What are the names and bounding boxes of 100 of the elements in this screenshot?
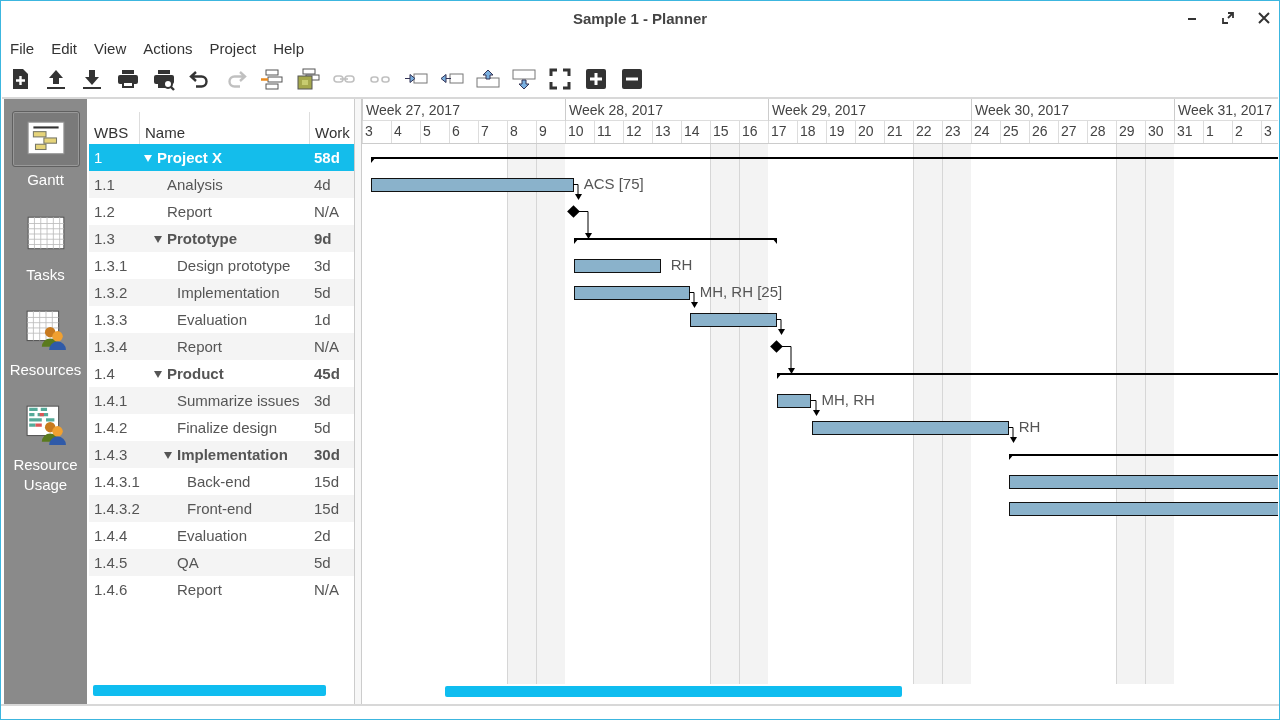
- day-label: 27: [1058, 121, 1087, 143]
- printer-icon[interactable]: [116, 67, 140, 91]
- task-row[interactable]: 1.4.3.2 Front-end 15d: [89, 495, 354, 522]
- summary-bar[interactable]: [370, 157, 1278, 163]
- task-bar[interactable]: [811, 421, 1009, 435]
- task-bar[interactable]: [573, 286, 690, 300]
- scrollbar-thumb[interactable]: [93, 685, 326, 696]
- task-bar[interactable]: [1008, 475, 1278, 489]
- wbs-text: 1.3.4: [93, 338, 129, 355]
- day-label: 23: [942, 121, 971, 143]
- task-name: Project X: [157, 149, 223, 166]
- work-text: 3d: [313, 392, 332, 409]
- task-bar[interactable]: [573, 259, 661, 273]
- wbs-text: 1.4.3.2: [93, 500, 139, 517]
- menu-item[interactable]: Edit: [45, 40, 84, 57]
- task-name: Implementation: [177, 446, 288, 463]
- task-row[interactable]: 1.2 Report N/A: [89, 198, 354, 225]
- move-down-icon[interactable]: [512, 67, 536, 91]
- task-row[interactable]: 1.3.2 Implementation 5d: [89, 279, 354, 306]
- expander-icon[interactable]: [164, 450, 172, 459]
- menu-item[interactable]: Project: [203, 40, 263, 57]
- task-bar[interactable]: [1008, 502, 1278, 516]
- work-text: 5d: [313, 554, 332, 571]
- day-label: 26: [1029, 121, 1058, 143]
- zoom-out-icon[interactable]: [620, 67, 644, 91]
- work-text: N/A: [313, 203, 340, 220]
- day-label: 11: [594, 121, 623, 143]
- task-name: Evaluation: [177, 311, 248, 328]
- task-name: Back-end: [187, 473, 251, 490]
- wbs-text: 1.4.5: [93, 554, 129, 571]
- work-text: 15d: [313, 473, 341, 490]
- day-label: 5: [420, 121, 449, 143]
- wbs-text: 1.4.4: [93, 527, 129, 544]
- task-name: Prototype: [167, 230, 237, 247]
- download-icon[interactable]: [80, 67, 104, 91]
- week-label: Week 28, 2017: [565, 99, 768, 121]
- task-row[interactable]: 1.4.3.1 Back-end 15d: [89, 468, 354, 495]
- insert-row-icon[interactable]: [260, 67, 284, 91]
- column-header: WBS: [93, 123, 130, 143]
- task-row[interactable]: 1.4.5 QA 5d: [89, 549, 354, 576]
- task-bar[interactable]: [776, 394, 812, 408]
- restore-icon[interactable]: [1219, 9, 1237, 27]
- task-name: Report: [177, 581, 223, 598]
- expander-icon[interactable]: [154, 369, 162, 378]
- day-label: 3: [1261, 121, 1278, 143]
- day-label: 22: [913, 121, 942, 143]
- day-label: 15: [710, 121, 739, 143]
- task-row[interactable]: 1.3.1 Design prototype 3d: [89, 252, 354, 279]
- work-text: 4d: [313, 176, 332, 193]
- day-label: 21: [884, 121, 913, 143]
- wbs-text: 1.4: [93, 365, 116, 382]
- day-label: 24: [971, 121, 1000, 143]
- task-bar[interactable]: [370, 178, 574, 192]
- resource-label: RH: [1018, 418, 1041, 435]
- task-bar[interactable]: [689, 313, 777, 327]
- day-label: 19: [826, 121, 855, 143]
- menu-item[interactable]: Help: [267, 40, 311, 57]
- wbs-text: 1.3: [93, 230, 116, 247]
- task-name: Analysis: [167, 176, 223, 193]
- wbs-text: 1.1: [93, 176, 116, 193]
- task-name: Summarize issues: [177, 392, 300, 409]
- work-text: 1d: [313, 311, 332, 328]
- task-row[interactable]: 1.4.3 Implementation 30d: [89, 441, 354, 468]
- view-label: Resource Usage: [12, 455, 79, 495]
- menu-item[interactable]: View: [88, 40, 133, 57]
- resource-usage-icon: [24, 403, 67, 445]
- task-row[interactable]: 1.3 Prototype 9d: [89, 225, 354, 252]
- day-label: 1: [1203, 121, 1232, 143]
- day-label: 9: [536, 121, 565, 143]
- day-label: 20: [855, 121, 884, 143]
- task-row[interactable]: 1.4.4 Evaluation 2d: [89, 522, 354, 549]
- fit-frame-icon[interactable]: [548, 67, 572, 91]
- splitter-handle[interactable]: [354, 99, 362, 704]
- move-up-icon[interactable]: [476, 67, 500, 91]
- task-row[interactable]: 1.1 Analysis 4d: [89, 171, 354, 198]
- menu-item[interactable]: Actions: [137, 40, 199, 57]
- work-text: 58d: [313, 149, 341, 166]
- week-label: Week 27, 2017: [362, 99, 565, 121]
- resource-label: ACS [75]: [583, 175, 644, 192]
- task-row[interactable]: 1.3.4 Report N/A: [89, 333, 354, 360]
- zoom-in-icon[interactable]: [584, 67, 608, 91]
- day-label: 14: [681, 121, 710, 143]
- task-name: QA: [177, 554, 199, 571]
- print-preview-icon[interactable]: [152, 67, 176, 91]
- task-row[interactable]: 1.3.3 Evaluation 1d: [89, 306, 354, 333]
- expander-icon[interactable]: [154, 234, 162, 243]
- day-label: 4: [391, 121, 420, 143]
- week-label: Week 30, 2017: [971, 99, 1174, 121]
- task-row[interactable]: 1.4.1 Summarize issues 3d: [89, 387, 354, 414]
- view-switch-button[interactable]: [11, 111, 80, 167]
- wbs-text: 1: [93, 149, 104, 166]
- task-row[interactable]: 1.4 Product 45d: [89, 360, 354, 387]
- summary-bar[interactable]: [1008, 454, 1278, 460]
- menu-item[interactable]: File: [4, 40, 41, 57]
- day-label: 25: [1000, 121, 1029, 143]
- scrollbar-thumb[interactable]: [445, 686, 902, 697]
- task-row[interactable]: 1.4.2 Finalize design 5d: [89, 414, 354, 441]
- day-label: 12: [623, 121, 652, 143]
- package-rows-icon[interactable]: [296, 67, 320, 91]
- task-row[interactable]: 1.4.6 Report N/A: [89, 576, 354, 603]
